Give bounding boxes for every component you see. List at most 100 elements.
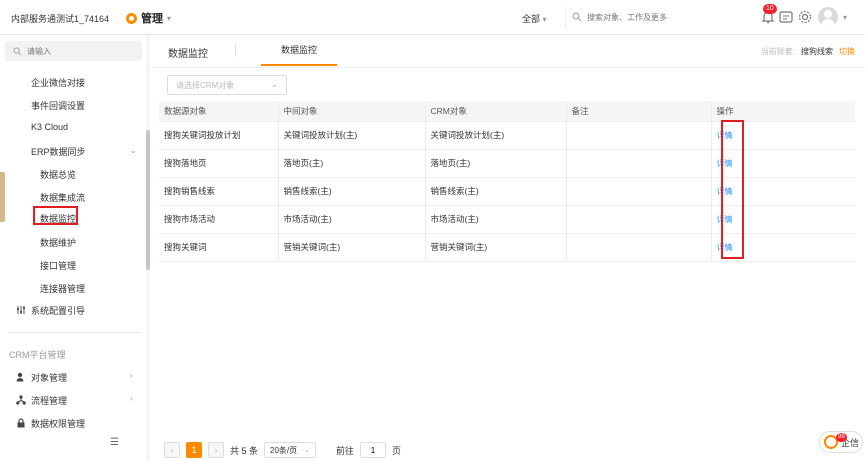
- goto-page-input[interactable]: [360, 442, 387, 458]
- qixin-unread-badge: 99: [836, 433, 847, 442]
- prev-page-button[interactable]: ‹: [164, 442, 180, 458]
- search-scope-dropdown[interactable]: 全部 ▾: [522, 12, 547, 25]
- avatar[interactable]: [818, 7, 838, 27]
- sidebar-item-k3-cloud[interactable]: K3 Cloud: [31, 122, 68, 132]
- detail-link[interactable]: 详情: [717, 243, 733, 252]
- sidebar-item-data-overview[interactable]: 数据总览: [40, 168, 76, 181]
- table-row: 搜狗市场活动 市场活动(主) 市场活动(主) 详情: [159, 205, 855, 234]
- sidebar-item-api-management[interactable]: 接口管理: [40, 259, 76, 272]
- cell-crm: 市场活动(主): [425, 205, 567, 234]
- sidebar-scrollbar-thumb[interactable]: [146, 130, 150, 270]
- sidebar-search[interactable]: [5, 41, 142, 61]
- total-count: 共 5 条: [230, 445, 259, 456]
- sidebar-item-object-management[interactable]: 对象管理: [31, 371, 67, 384]
- cell-source: 搜狗市场活动: [159, 205, 279, 234]
- notification-badge: 10: [763, 4, 777, 14]
- sidebar-item-wecom[interactable]: 企业微信对接: [31, 76, 85, 89]
- cell-note: [566, 205, 712, 234]
- cell-middle: 销售线索(主): [278, 177, 426, 206]
- cell-source: 搜狗关键词投放计划: [159, 121, 279, 150]
- chevron-down-icon[interactable]: ▾: [843, 13, 847, 22]
- sidebar-item-erp-sync[interactable]: ERP数据同步: [31, 145, 86, 158]
- cell-source: 搜狗销售线索: [159, 177, 279, 206]
- sidebar-item-data-maintenance[interactable]: 数据维护: [40, 236, 76, 249]
- detail-link[interactable]: 详情: [717, 187, 733, 196]
- cell-source: 搜狗落地页: [159, 149, 279, 178]
- cell-middle: 关键词投放计划(主): [278, 121, 426, 150]
- global-search[interactable]: [565, 6, 745, 28]
- cell-middle: 市场活动(主): [278, 205, 426, 234]
- sidebar-item-data-flow[interactable]: 数据集成流: [40, 191, 85, 204]
- lock-icon: [17, 418, 25, 428]
- cell-action: 详情: [711, 149, 855, 178]
- detail-link[interactable]: 详情: [717, 131, 733, 140]
- cell-action: 详情: [711, 205, 855, 234]
- search-scope-label: 全部: [522, 14, 541, 24]
- sidebar-divider: [8, 332, 140, 333]
- tab-data-monitor[interactable]: 数据监控: [261, 35, 338, 66]
- sidebar-item-data-permission[interactable]: 数据权限管理: [31, 417, 85, 430]
- current-account-value: 搜狗线索: [801, 47, 833, 56]
- module-gear-icon: [126, 12, 137, 24]
- cell-note: [566, 149, 712, 178]
- title-divider: [235, 44, 236, 57]
- switch-account-link[interactable]: 切换: [839, 46, 855, 57]
- chevron-down-icon[interactable]: ⌄: [130, 146, 137, 155]
- sidebar-item-system-config-guide[interactable]: 系统配置引导: [31, 304, 85, 317]
- flow-icon: [16, 395, 26, 405]
- message-icon[interactable]: [778, 9, 794, 25]
- config-guide-icon: [17, 306, 25, 314]
- column-header-source: 数据源对象: [159, 101, 279, 122]
- next-page-button[interactable]: ›: [208, 442, 224, 458]
- table-header-row: 数据源对象 中间对象 CRM对象 备注 操作: [159, 101, 855, 122]
- cell-crm: 关键词投放计划(主): [425, 121, 567, 150]
- page-size-select[interactable]: 20条/页 ⌄: [264, 442, 317, 458]
- column-header-note: 备注: [566, 101, 712, 122]
- cell-note: [566, 233, 712, 262]
- column-header-crm: CRM对象: [425, 101, 567, 122]
- active-item-highlight: [33, 206, 78, 225]
- goto-label: 前往: [336, 445, 355, 456]
- detail-link[interactable]: 详情: [717, 159, 733, 168]
- detail-link[interactable]: 详情: [717, 215, 733, 224]
- sidebar-item-process-management[interactable]: 流程管理: [31, 394, 67, 407]
- table-row: 搜狗落地页 落地页(主) 落地页(主) 详情: [159, 149, 855, 178]
- sidebar-item-event-callback[interactable]: 事件回调设置: [31, 99, 85, 112]
- cell-middle: 营销关键词(主): [278, 233, 426, 262]
- tenant-name[interactable]: 内部服务通测试1_74164: [11, 12, 109, 25]
- column-header-action: 操作: [711, 101, 855, 122]
- cell-action: 详情: [711, 177, 855, 206]
- cell-note: [566, 121, 712, 150]
- user-icon: [16, 372, 24, 382]
- chevron-down-icon: ▾: [542, 15, 547, 24]
- gear-icon[interactable]: [797, 9, 813, 25]
- drag-handle[interactable]: [0, 172, 5, 222]
- cell-action: 详情: [711, 121, 855, 150]
- data-monitor-table: 数据源对象 中间对象 CRM对象 备注 操作 搜狗关键词投放计划 关键词投放计划…: [159, 101, 855, 262]
- current-account-label: 当前账套:: [760, 47, 795, 56]
- collapse-sidebar-icon[interactable]: ☰: [110, 437, 119, 448]
- chevron-right-icon[interactable]: ›: [130, 394, 133, 403]
- table-row: 搜狗销售线索 销售线索(主) 销售线索(主) 详情: [159, 177, 855, 206]
- qixin-chat-button[interactable]: 99 企信: [819, 431, 863, 453]
- sidebar-item-connector-management[interactable]: 连接器管理: [40, 282, 85, 295]
- module-switcher[interactable]: 管理 ▾: [126, 10, 171, 26]
- cell-crm: 落地页(主): [425, 149, 567, 178]
- search-icon: [13, 46, 22, 55]
- chevron-right-icon[interactable]: ›: [130, 371, 133, 380]
- current-page-button[interactable]: 1: [186, 442, 202, 458]
- global-search-input[interactable]: [587, 12, 737, 22]
- column-header-middle: 中间对象: [278, 101, 426, 122]
- chevron-down-icon: ⌄: [304, 447, 311, 454]
- crm-object-select[interactable]: 请选择CRM对象 ⌄: [167, 75, 287, 95]
- search-icon: [572, 12, 582, 22]
- table-row: 搜狗关键词 营销关键词(主) 营销关键词(主) 详情: [159, 233, 855, 262]
- sidebar-section-title: CRM平台管理: [9, 350, 66, 360]
- chevron-down-icon: ▾: [167, 13, 172, 23]
- header-divider: [151, 67, 865, 68]
- sidebar-search-input[interactable]: [27, 46, 137, 56]
- chat-bubble-icon: 99: [824, 433, 847, 449]
- table-row: 搜狗关键词投放计划 关键词投放计划(主) 关键词投放计划(主) 详情: [159, 121, 855, 150]
- cell-crm: 营销关键词(主): [425, 233, 567, 262]
- crm-object-select-placeholder: 请选择CRM对象: [176, 80, 235, 90]
